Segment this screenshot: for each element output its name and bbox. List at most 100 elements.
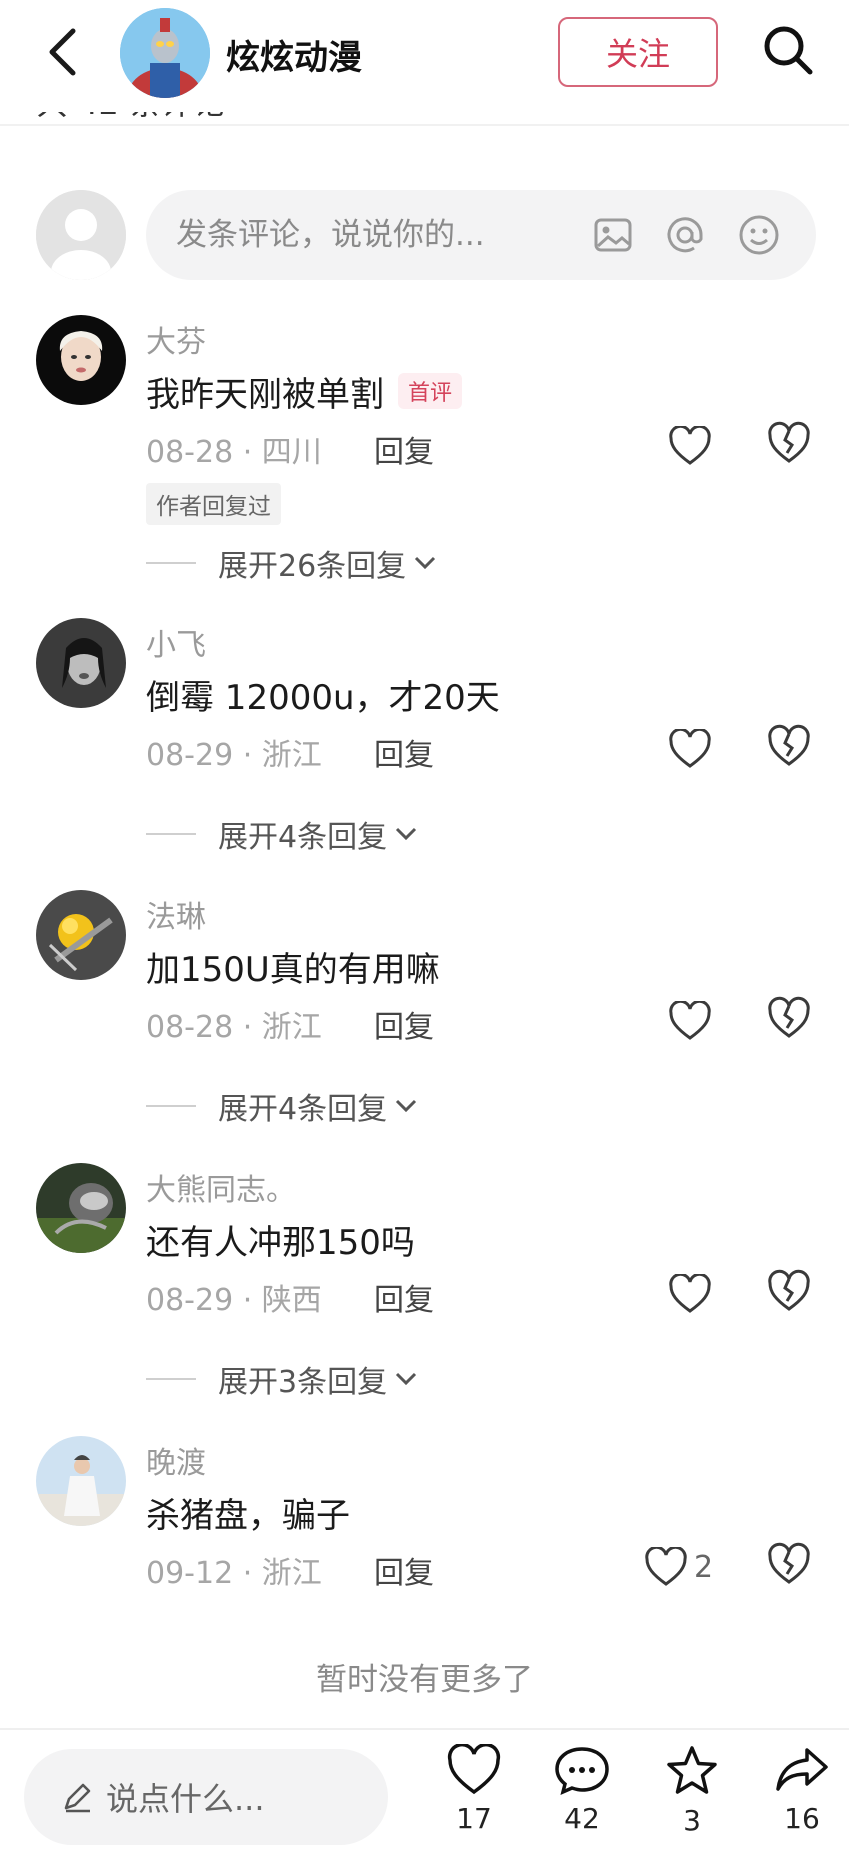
comment-username[interactable]: 晚渡 [146, 1438, 206, 1482]
comment-text: 我昨天刚被单割 首评 [146, 367, 463, 416]
comment-body: 我昨天刚被单割 [146, 375, 384, 415]
comment-meta: 08-28 · 浙江 [146, 1010, 322, 1045]
dislike-button[interactable] [766, 996, 812, 1042]
expand-replies-label: 展开3条回复 [218, 1365, 388, 1400]
comment-location: 浙江 [261, 1556, 322, 1591]
like-button[interactable] [668, 1269, 712, 1319]
expand-replies-label: 展开26条回复 [218, 549, 407, 584]
like-button[interactable]: 2 [644, 1542, 713, 1592]
comment-meta: 08-29 · 浙江 [146, 738, 322, 773]
avatar[interactable] [36, 618, 126, 708]
broken-heart-icon [768, 1269, 810, 1311]
pencil-icon [64, 1783, 91, 1813]
avatar[interactable] [36, 890, 126, 980]
reply-button[interactable]: 回复 [374, 1275, 434, 1319]
dislike-button[interactable] [766, 724, 812, 770]
emoji-icon[interactable] [734, 210, 784, 260]
comment-icon [555, 1747, 609, 1796]
chevron-down-icon [396, 1099, 417, 1113]
like-button[interactable] [668, 996, 712, 1046]
chevron-down-icon [415, 556, 436, 570]
heart-icon [669, 729, 711, 768]
like-button[interactable] [668, 724, 712, 774]
like-post-button[interactable]: 17 [434, 1742, 514, 1835]
broken-heart-icon [768, 421, 810, 463]
share-post-button[interactable]: 16 [762, 1744, 842, 1835]
comment-meta: 08-28 · 四川 [146, 435, 322, 470]
comment-count: 42 [564, 1802, 600, 1835]
like-count: 17 [456, 1802, 492, 1835]
comment-date: 09-12 [146, 1556, 234, 1591]
comment-meta: 09-12 · 浙江 [146, 1556, 322, 1591]
at-icon[interactable] [660, 210, 710, 260]
comment-text: 加150U真的有用嘛 [146, 950, 440, 990]
comment-date: 08-28 [146, 1010, 234, 1045]
say-something-input[interactable]: 说点什么... [24, 1749, 388, 1845]
no-more-text: 暂时没有更多了 [316, 1662, 533, 1698]
reply-button[interactable]: 回复 [374, 1002, 434, 1046]
broken-heart-icon [768, 996, 810, 1038]
back-button[interactable] [40, 22, 84, 82]
search-icon [764, 26, 813, 75]
comment-composer[interactable] [146, 190, 816, 280]
expand-replies-label: 展开4条回复 [218, 820, 388, 855]
comment-username[interactable]: 大芬 [146, 317, 206, 361]
chevron-down-icon [396, 827, 417, 841]
my-avatar [36, 190, 126, 280]
heart-icon [669, 1274, 711, 1313]
reply-button[interactable]: 回复 [374, 427, 434, 471]
expand-replies-label: 展开4条回复 [218, 1092, 388, 1127]
comment-date: 08-28 [146, 435, 234, 470]
share-count: 16 [784, 1802, 820, 1835]
chevron-down-icon [396, 1372, 417, 1386]
dislike-button[interactable] [766, 1269, 812, 1315]
comment-date: 08-29 [146, 738, 234, 773]
comment-input[interactable] [176, 210, 576, 260]
avatar[interactable] [36, 1163, 126, 1253]
comment-username[interactable]: 大熊同志。 [146, 1165, 296, 1209]
image-icon[interactable] [588, 210, 638, 260]
expand-replies-button[interactable]: 展开4条回复 [146, 1084, 419, 1128]
like-count: 2 [694, 1549, 714, 1585]
comment-username[interactable]: 法琳 [146, 892, 206, 936]
divider [0, 124, 849, 126]
comment-location: 四川 [261, 435, 322, 470]
comment-username[interactable]: 小飞 [146, 620, 206, 664]
reply-button[interactable]: 回复 [374, 1548, 434, 1592]
search-button[interactable] [760, 22, 816, 78]
expand-replies-button[interactable]: 展开4条回复 [146, 812, 419, 856]
share-icon [776, 1748, 828, 1791]
heart-icon [645, 1547, 687, 1586]
author-replied-tag: 作者回复过 [146, 483, 281, 525]
back-arrow-icon [49, 28, 76, 76]
comment-text: 倒霉 12000u，才20天 [146, 678, 500, 718]
channel-name[interactable]: 炫炫动漫 [226, 30, 362, 79]
comment-date: 08-29 [146, 1283, 234, 1318]
comment-location: 浙江 [261, 1010, 322, 1045]
comment-post-button[interactable]: 42 [542, 1744, 622, 1835]
expand-replies-button[interactable]: 展开26条回复 [146, 541, 438, 585]
heart-icon [669, 1001, 711, 1040]
favorite-post-button[interactable]: 3 [652, 1744, 732, 1837]
avatar[interactable] [36, 1436, 126, 1526]
divider [0, 1728, 849, 1730]
reply-button[interactable]: 回复 [374, 730, 434, 774]
comment-location: 陕西 [261, 1283, 322, 1318]
broken-heart-icon [768, 724, 810, 766]
dislike-button[interactable] [766, 421, 812, 467]
avatar[interactable] [36, 315, 126, 405]
expand-replies-button[interactable]: 展开3条回复 [146, 1357, 419, 1401]
like-button[interactable] [668, 421, 712, 471]
comment-text: 杀猪盘，骗子 [146, 1496, 350, 1536]
star-icon [667, 1746, 717, 1794]
comment-location: 浙江 [261, 738, 322, 773]
channel-avatar[interactable] [120, 8, 210, 98]
heart-icon [669, 426, 711, 465]
top-bar: 炫炫动漫 关注 [0, 0, 849, 112]
broken-heart-icon [768, 1542, 810, 1584]
follow-button[interactable]: 关注 [558, 17, 718, 87]
dislike-button[interactable] [766, 1542, 812, 1588]
comment-meta: 08-29 · 陕西 [146, 1283, 322, 1318]
comment-text: 还有人冲那150吗 [146, 1223, 415, 1263]
favorite-count: 3 [683, 1804, 701, 1837]
